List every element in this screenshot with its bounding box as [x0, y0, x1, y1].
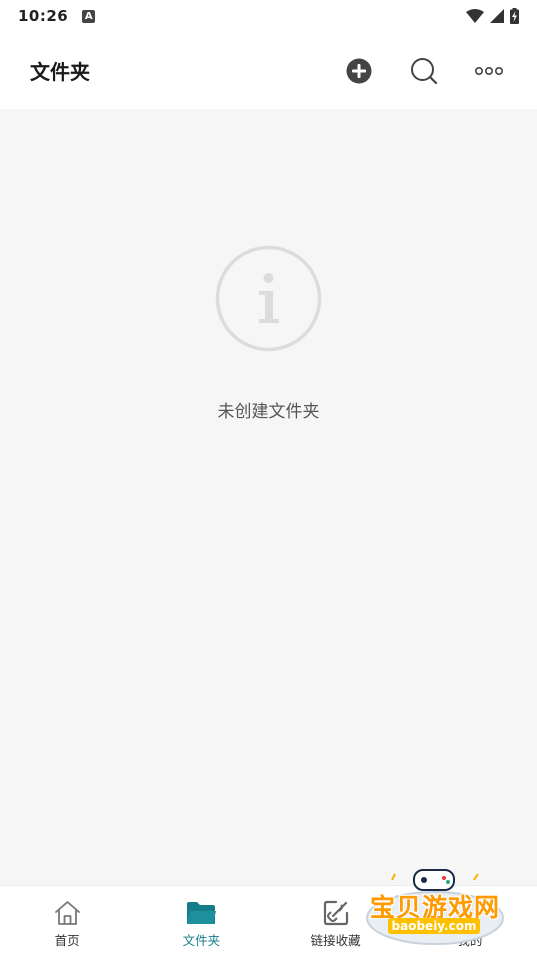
page-title: 文件夹: [30, 60, 90, 84]
nav-item-folder[interactable]: 文件夹: [134, 886, 268, 956]
nav-item-mine[interactable]: 我的: [403, 886, 537, 956]
nav-item-home[interactable]: 首页: [0, 886, 134, 956]
screen: 10:26 A 文件夹 未创建文件夹 首页 文件夹 链接收藏 我的 宝贝游戏网 …: [0, 0, 537, 956]
search-icon: [411, 57, 438, 84]
battery-charging-icon: [510, 8, 519, 24]
status-time: 10:26: [18, 7, 69, 25]
folder-list-empty: 未创建文件夹: [0, 109, 537, 885]
nav-label: 链接收藏: [310, 933, 361, 948]
add-folder-button[interactable]: [341, 53, 377, 89]
signal-icon: [490, 9, 504, 23]
folder-icon: [187, 902, 217, 924]
more-button[interactable]: [471, 53, 507, 89]
search-button[interactable]: [406, 53, 442, 89]
profile-icon: [457, 902, 482, 926]
a-icon: A: [82, 9, 96, 23]
status-icons: [466, 8, 519, 24]
add-circle-icon: [346, 58, 372, 83]
app-header: 文件夹: [0, 32, 537, 109]
header-actions: [341, 53, 507, 89]
bottom-nav: 首页 文件夹 链接收藏 我的: [0, 885, 537, 956]
info-icon: [215, 245, 322, 352]
status-bar: 10:26 A: [0, 0, 537, 32]
wifi-icon: [466, 9, 484, 23]
more-icon: [475, 66, 503, 75]
nav-label: 文件夹: [182, 933, 221, 948]
nav-item-link-favorites[interactable]: 链接收藏: [269, 886, 403, 956]
nav-label: 我的: [457, 933, 483, 948]
empty-message: 未创建文件夹: [217, 402, 320, 422]
nav-label: 首页: [54, 933, 80, 948]
home-icon: [54, 901, 80, 925]
link-edit-icon: [323, 900, 348, 926]
